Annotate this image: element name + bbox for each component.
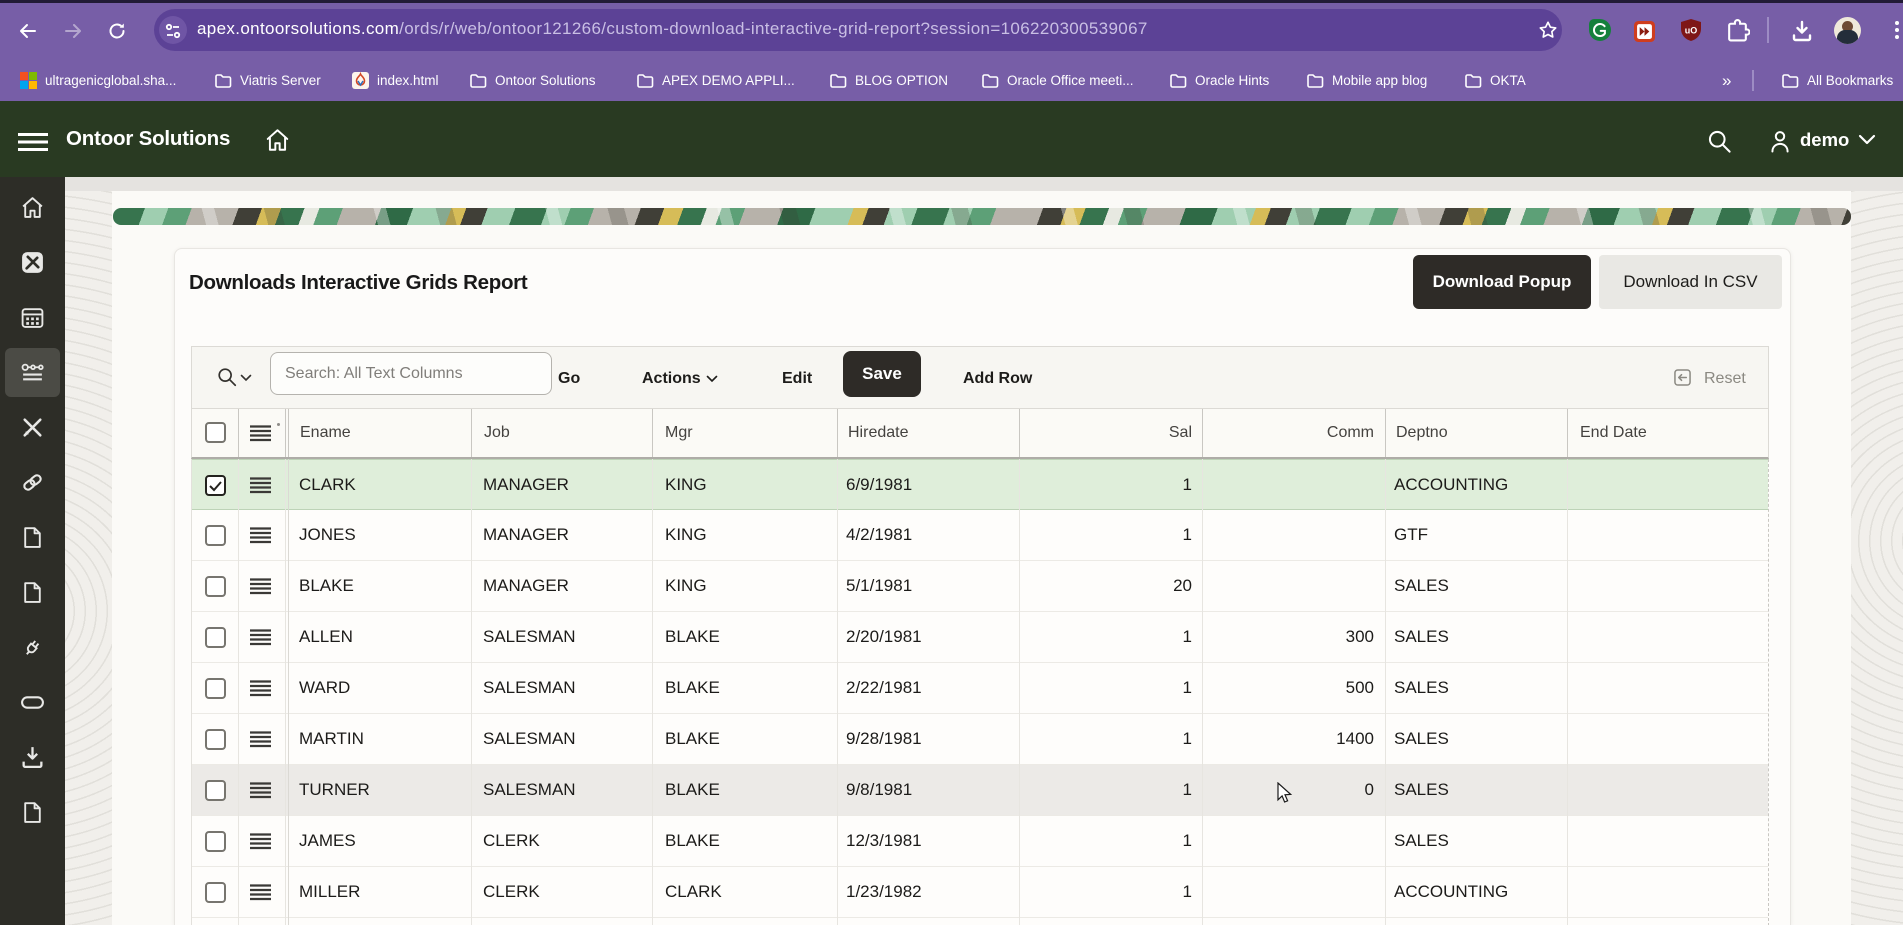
svg-text:uO: uO [1685, 26, 1698, 36]
